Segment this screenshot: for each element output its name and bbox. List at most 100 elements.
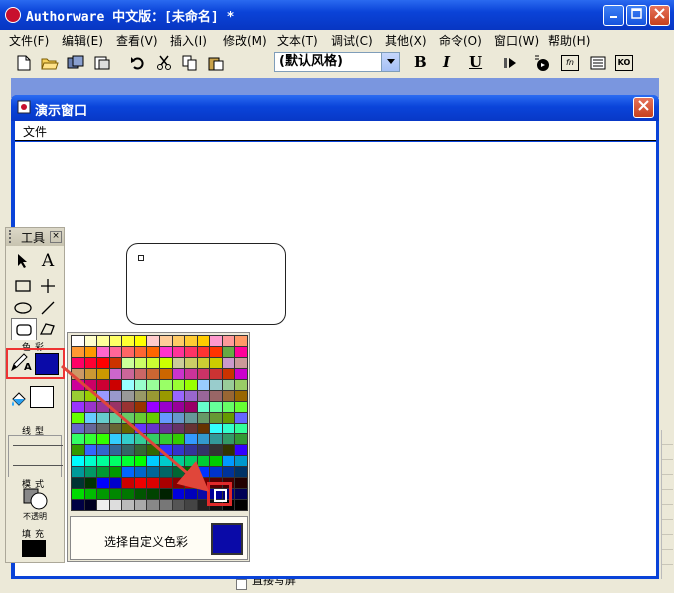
ellipse-tool[interactable] <box>11 297 35 319</box>
color-swatch[interactable] <box>122 412 134 423</box>
color-swatch[interactable] <box>134 445 147 456</box>
color-swatch[interactable] <box>134 423 147 434</box>
color-swatch[interactable] <box>172 489 185 500</box>
color-swatch[interactable] <box>72 445 84 456</box>
color-swatch[interactable] <box>235 401 247 412</box>
color-swatch[interactable] <box>185 390 197 401</box>
color-swatch[interactable] <box>109 500 122 510</box>
menu-help[interactable]: 帮助(H) <box>548 32 590 49</box>
color-swatch[interactable] <box>109 379 122 390</box>
color-swatch[interactable] <box>97 467 109 478</box>
color-swatch[interactable] <box>197 456 210 467</box>
color-swatch[interactable] <box>134 346 147 357</box>
color-swatch[interactable] <box>159 357 172 368</box>
color-swatch[interactable] <box>185 357 197 368</box>
color-swatch[interactable] <box>72 390 84 401</box>
color-swatch[interactable] <box>185 423 197 434</box>
menu-file[interactable]: 文件(F) <box>9 32 49 49</box>
color-swatch[interactable] <box>134 368 147 379</box>
color-swatch[interactable] <box>84 379 97 390</box>
menu-insert[interactable]: 插入(I) <box>170 32 207 49</box>
underline-button[interactable]: U <box>469 53 482 71</box>
foreground-fill-swatch[interactable] <box>30 386 54 408</box>
color-swatch[interactable] <box>72 478 84 489</box>
color-swatch[interactable] <box>72 500 84 510</box>
polygon-tool[interactable] <box>36 318 60 340</box>
color-swatch[interactable] <box>197 379 210 390</box>
color-swatch[interactable] <box>185 445 197 456</box>
color-swatch[interactable] <box>72 368 84 379</box>
color-swatch[interactable] <box>185 336 197 346</box>
color-swatch[interactable] <box>97 336 109 346</box>
color-swatch[interactable] <box>122 478 134 489</box>
color-swatch[interactable] <box>122 500 134 510</box>
color-swatch[interactable] <box>122 489 134 500</box>
color-swatch[interactable] <box>134 478 147 489</box>
color-swatch[interactable] <box>134 456 147 467</box>
color-swatch[interactable] <box>159 390 172 401</box>
color-swatch[interactable] <box>222 390 235 401</box>
color-swatch[interactable] <box>197 423 210 434</box>
color-swatch[interactable] <box>172 368 185 379</box>
color-swatch[interactable] <box>109 423 122 434</box>
color-swatch[interactable] <box>172 456 185 467</box>
color-swatch[interactable] <box>122 456 134 467</box>
color-swatch[interactable] <box>185 368 197 379</box>
color-swatch[interactable] <box>185 346 197 357</box>
variables-button[interactable] <box>588 53 608 73</box>
color-swatch[interactable] <box>235 379 247 390</box>
text-tool[interactable]: A <box>36 250 60 272</box>
color-swatch[interactable] <box>147 489 159 500</box>
color-swatch[interactable] <box>122 336 134 346</box>
save-all-button[interactable] <box>66 53 86 73</box>
color-swatch[interactable] <box>147 368 159 379</box>
bold-button[interactable]: B <box>414 53 427 71</box>
maximize-button[interactable] <box>626 5 647 26</box>
color-swatch[interactable] <box>97 401 109 412</box>
color-swatch[interactable] <box>84 357 97 368</box>
menu-command[interactable]: 命令(O) <box>439 32 482 49</box>
close-button[interactable] <box>649 5 670 26</box>
color-swatch[interactable] <box>97 379 109 390</box>
fill-color-button[interactable] <box>10 391 28 411</box>
color-swatch[interactable] <box>109 336 122 346</box>
color-swatch[interactable] <box>222 423 235 434</box>
color-swatch[interactable] <box>235 445 247 456</box>
color-swatch[interactable] <box>159 467 172 478</box>
color-swatch[interactable] <box>72 423 84 434</box>
color-swatch[interactable] <box>134 379 147 390</box>
run-button[interactable] <box>500 53 520 73</box>
color-swatch[interactable] <box>210 368 222 379</box>
color-swatch[interactable] <box>172 401 185 412</box>
pointer-tool[interactable] <box>11 250 35 272</box>
rectangle-tool[interactable] <box>11 275 35 297</box>
color-swatch[interactable] <box>235 489 247 500</box>
color-swatch[interactable] <box>97 412 109 423</box>
open-button[interactable] <box>40 53 60 73</box>
color-swatch[interactable] <box>159 489 172 500</box>
color-swatch[interactable] <box>235 390 247 401</box>
color-swatch[interactable] <box>147 357 159 368</box>
color-swatch[interactable] <box>210 412 222 423</box>
color-swatch[interactable] <box>197 357 210 368</box>
color-swatch[interactable] <box>222 346 235 357</box>
color-swatch[interactable] <box>147 336 159 346</box>
color-swatch[interactable] <box>109 357 122 368</box>
color-swatch[interactable] <box>109 346 122 357</box>
tools-palette-header[interactable]: 工具 × <box>6 228 64 246</box>
color-swatch[interactable] <box>159 434 172 445</box>
color-swatch[interactable] <box>159 478 172 489</box>
color-swatch[interactable] <box>147 478 159 489</box>
color-swatch[interactable] <box>222 357 235 368</box>
color-swatch[interactable] <box>210 379 222 390</box>
color-swatch[interactable] <box>210 346 222 357</box>
color-swatch[interactable] <box>235 423 247 434</box>
color-swatch[interactable] <box>97 423 109 434</box>
color-swatch[interactable] <box>134 412 147 423</box>
color-swatch[interactable] <box>172 423 185 434</box>
color-swatch[interactable] <box>134 489 147 500</box>
color-swatch[interactable] <box>72 346 84 357</box>
color-swatch[interactable] <box>109 412 122 423</box>
color-swatch[interactable] <box>210 423 222 434</box>
color-swatch[interactable] <box>147 423 159 434</box>
